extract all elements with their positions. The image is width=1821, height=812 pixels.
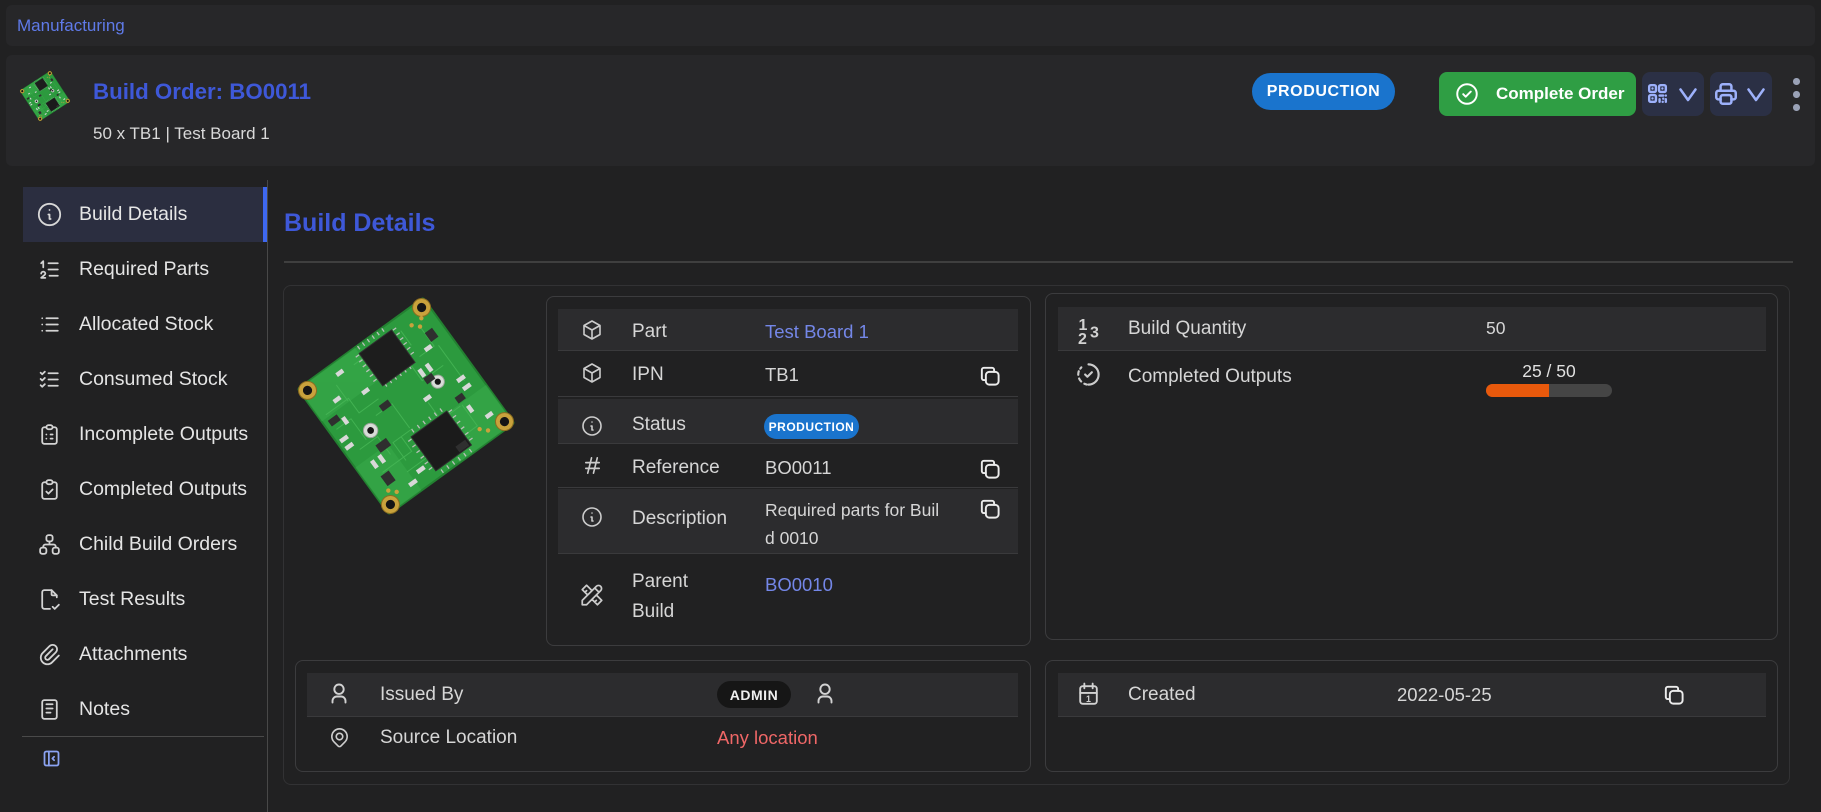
svg-text:3: 3 xyxy=(1090,325,1099,342)
svg-text:2: 2 xyxy=(1078,331,1087,346)
svg-text:1: 1 xyxy=(1086,694,1091,704)
